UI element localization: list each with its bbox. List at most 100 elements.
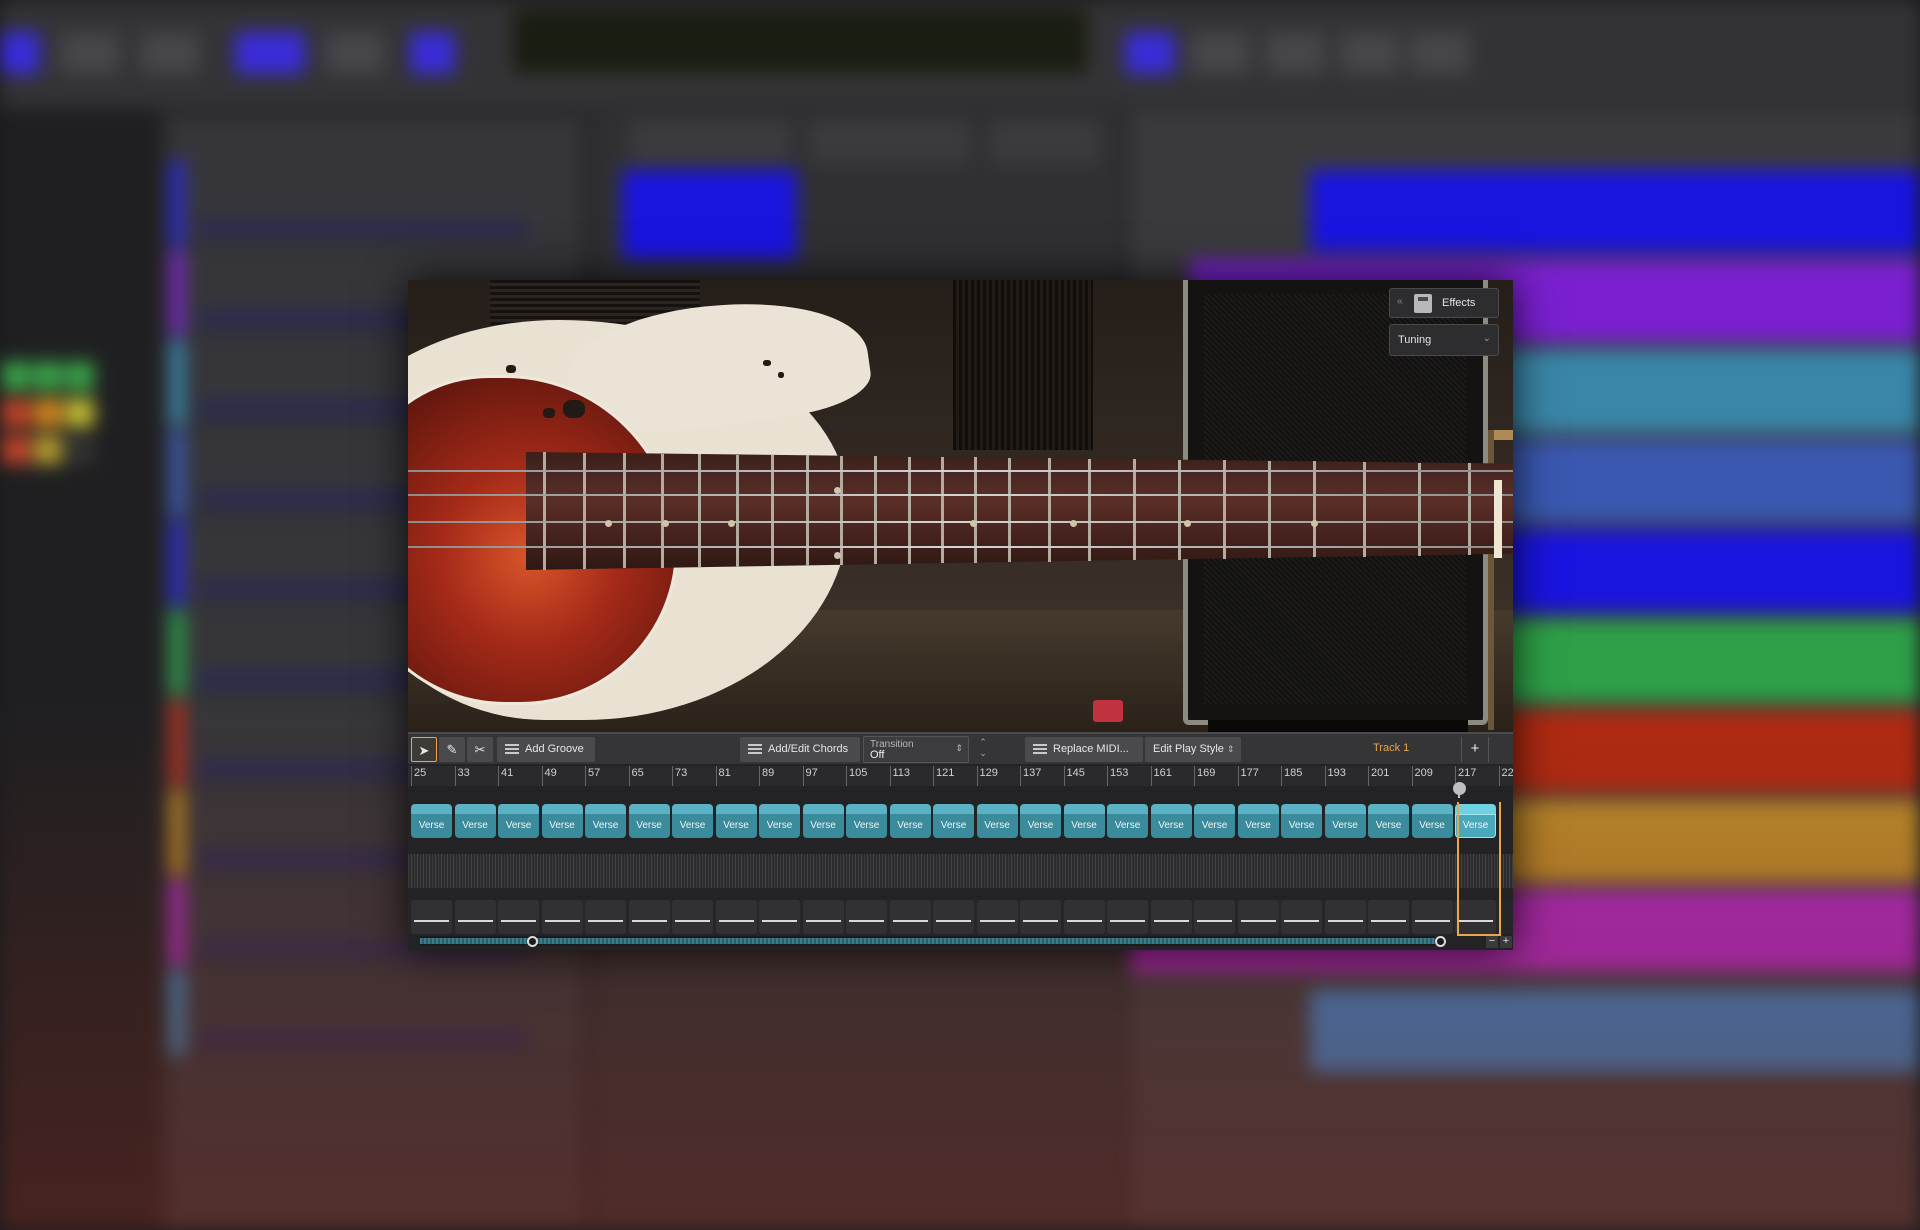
bg-toolbar-button (1410, 32, 1470, 74)
ruler-tick: 25 (411, 766, 426, 786)
ruler-tick: 22 (1498, 766, 1513, 786)
chord-cell[interactable] (1063, 900, 1105, 934)
chord-cell[interactable] (1107, 900, 1148, 934)
pattern-toolbar: ➤ ✎ ✂ Add Groove Add/Edit Chords Transit… (408, 732, 1513, 764)
zoom-out-button[interactable]: − (1486, 936, 1498, 948)
chord-cell[interactable] (541, 900, 583, 934)
chord-cell[interactable] (1237, 900, 1279, 934)
step-down-icon[interactable]: ⌄ (972, 748, 994, 759)
chord-cell[interactable] (628, 900, 670, 934)
timeline-scrollbar[interactable] (420, 936, 1446, 947)
song-part-verse[interactable]: Verse (1063, 804, 1105, 838)
song-part-verse[interactable]: Verse (585, 804, 626, 838)
chord-cell[interactable] (1150, 900, 1192, 934)
pencil-tool-button[interactable]: ✎ (439, 737, 465, 762)
transition-select[interactable]: Transition Off ⇕ (863, 736, 969, 763)
bg-toolbar-button (1265, 32, 1325, 74)
chord-cell[interactable] (1020, 900, 1061, 934)
zoom-in-button[interactable]: + (1500, 936, 1512, 948)
song-part-verse[interactable]: Verse (628, 804, 670, 838)
edit-play-style-button[interactable]: Edit Play Style ⇕ (1145, 737, 1241, 762)
chord-cell[interactable] (672, 900, 713, 934)
chord-cell[interactable] (1455, 900, 1496, 934)
pencil-icon: ✎ (446, 742, 458, 757)
chord-cell[interactable] (889, 900, 931, 934)
ruler-tick: 97 (802, 766, 818, 786)
ruler-tick: 177 (1237, 766, 1259, 786)
fret-wire (1268, 460, 1271, 559)
parts-lane: Verse Verse Verse Verse Verse Verse Verse Verse… (408, 804, 1513, 840)
song-part-verse[interactable]: Verse (715, 804, 757, 838)
song-part-verse[interactable]: Verse (933, 804, 974, 838)
song-part-verse[interactable]: Verse (541, 804, 583, 838)
add-groove-button[interactable]: Add Groove (497, 737, 595, 762)
song-part-verse[interactable]: Verse (889, 804, 931, 838)
song-part-verse[interactable]: Verse (1455, 804, 1496, 838)
chord-cell[interactable] (1411, 900, 1453, 934)
fret-wire (1418, 462, 1421, 556)
add-track-button[interactable]: + (1461, 737, 1489, 762)
updown-arrows-icon: ⇕ (955, 743, 963, 753)
select-tool-button[interactable]: ➤ (411, 737, 437, 762)
chord-cell[interactable] (454, 900, 496, 934)
song-part-verse[interactable]: Verse (1020, 804, 1061, 838)
song-part-verse[interactable]: Verse (1411, 804, 1453, 838)
add-groove-icon (505, 744, 519, 755)
song-part-verse[interactable]: Verse (802, 804, 844, 838)
song-part-verse[interactable]: Verse (411, 804, 452, 838)
expand-chevron-icon: ⌄ (1482, 333, 1491, 344)
bg-toolbar-button (140, 32, 200, 74)
ruler-tick: 169 (1194, 766, 1215, 786)
playhead-marker[interactable] (1453, 782, 1466, 798)
fret-wire (874, 456, 877, 565)
effects-button[interactable]: « Effects (1389, 288, 1499, 318)
song-part-verse[interactable]: Verse (498, 804, 539, 838)
song-part-verse[interactable]: Verse (1281, 804, 1322, 838)
bg-color-swatches (0, 360, 96, 471)
song-part-verse[interactable]: Verse (1107, 804, 1148, 838)
chord-cell[interactable] (411, 900, 452, 934)
chord-cell[interactable] (715, 900, 757, 934)
bg-scene-header (810, 120, 970, 164)
scrollbar-left-handle[interactable] (527, 936, 538, 947)
chord-cell[interactable] (585, 900, 626, 934)
chord-cell[interactable] (802, 900, 844, 934)
step-up-icon[interactable]: ⌃ (972, 737, 994, 748)
scissors-tool-button[interactable]: ✂ (467, 737, 493, 762)
fret-wire (1178, 459, 1181, 560)
chord-cell[interactable] (1281, 900, 1322, 934)
fret-wire (1363, 462, 1366, 557)
replace-midi-button[interactable]: Replace MIDI... (1025, 737, 1143, 762)
song-part-verse[interactable]: Verse (1368, 804, 1409, 838)
bar-ruler[interactable]: 25 33 41 49 57 65 73 81 89 97 105 113 121 129 137 145 15… (408, 766, 1513, 786)
chords-icon (748, 744, 762, 755)
ruler-tick: 121 (933, 766, 954, 786)
song-part-verse[interactable]: Verse (976, 804, 1018, 838)
add-edit-chords-button[interactable]: Add/Edit Chords (740, 737, 860, 762)
effects-label: Effects (1442, 297, 1476, 309)
chord-cell[interactable] (846, 900, 887, 934)
song-part-verse[interactable]: Verse (846, 804, 887, 838)
chord-cell[interactable] (933, 900, 974, 934)
song-part-verse[interactable]: Verse (1194, 804, 1235, 838)
chord-cell[interactable] (498, 900, 539, 934)
chord-cell[interactable] (759, 900, 800, 934)
chord-cell[interactable] (1368, 900, 1409, 934)
song-part-verse[interactable]: Verse (672, 804, 713, 838)
transition-stepper[interactable]: ⌃ ⌄ (972, 737, 994, 762)
midi-pattern-lane[interactable] (408, 854, 1513, 888)
song-part-verse[interactable]: Verse (1237, 804, 1279, 838)
chord-cell[interactable] (976, 900, 1018, 934)
bg-toolbar-button (60, 32, 120, 74)
scrollbar-right-handle[interactable] (1435, 936, 1446, 947)
ruler-tick: 209 (1411, 766, 1433, 786)
ruler-tick: 49 (541, 766, 557, 786)
chord-cell[interactable] (1324, 900, 1366, 934)
tuning-dropdown[interactable]: Tuning ⌄ (1389, 324, 1499, 356)
song-part-verse[interactable]: Verse (454, 804, 496, 838)
song-part-verse[interactable]: Verse (1324, 804, 1366, 838)
song-part-verse[interactable]: Verse (759, 804, 800, 838)
chord-cell[interactable] (1194, 900, 1235, 934)
song-part-verse[interactable]: Verse (1150, 804, 1192, 838)
ruler-tick: 105 (846, 766, 867, 786)
